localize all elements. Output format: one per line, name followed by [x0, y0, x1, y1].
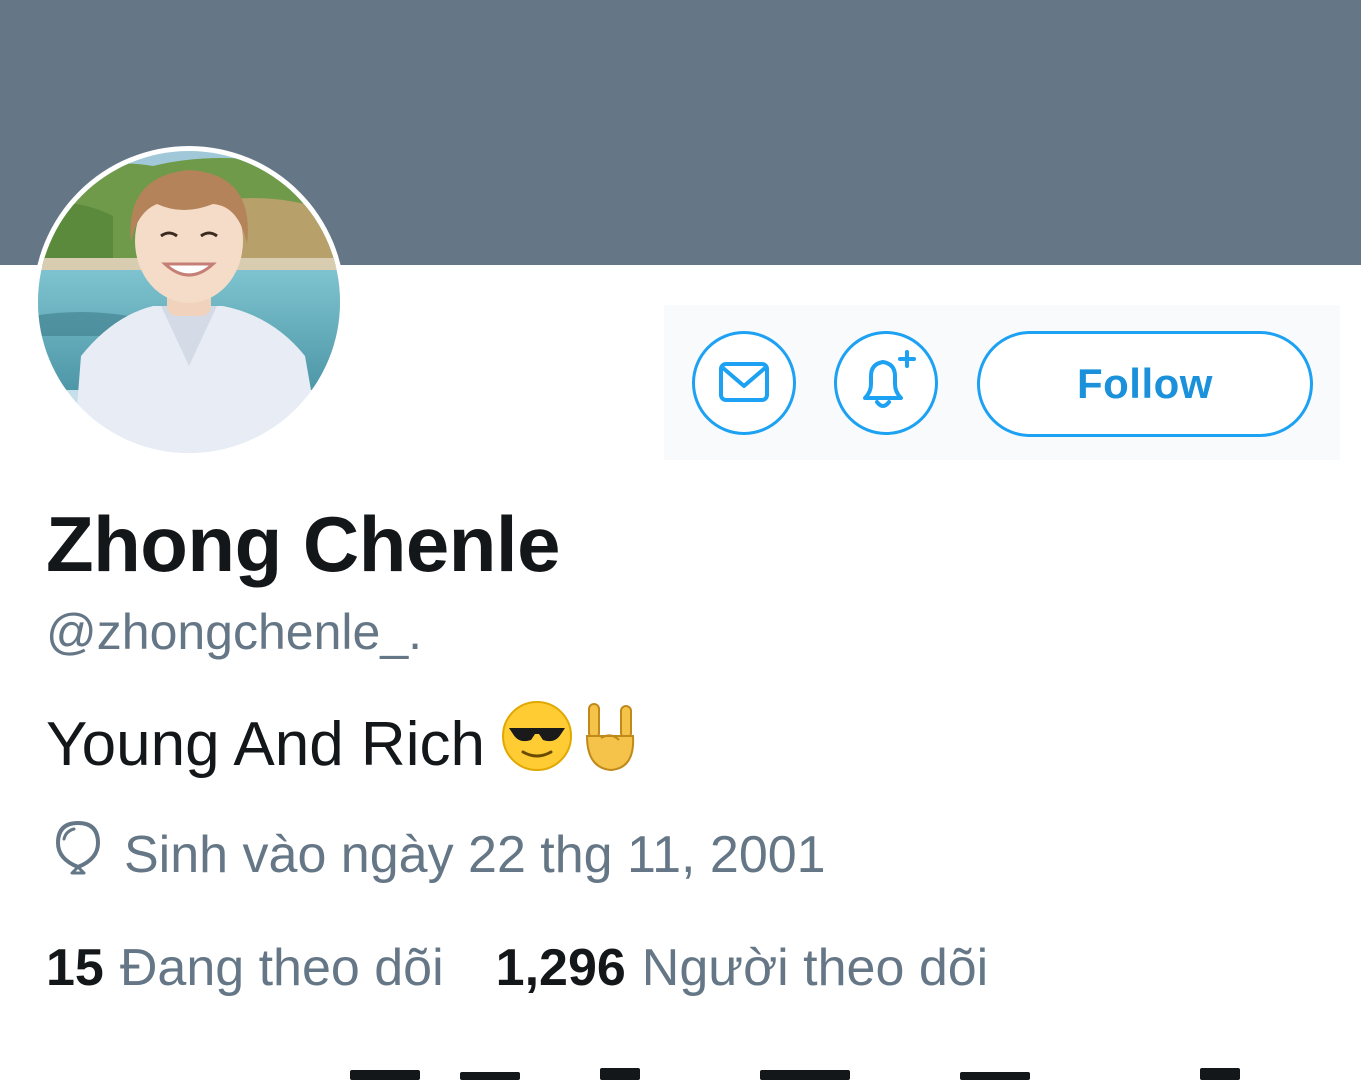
- followers-count: 1,296: [495, 939, 626, 997]
- profile-display-name: Zhong Chenle: [46, 500, 560, 588]
- follow-button[interactable]: Follow: [977, 331, 1313, 437]
- avatar-photo: [38, 151, 340, 453]
- birthday-text: Sinh vào ngày 22 thg 11, 2001: [124, 826, 826, 884]
- bio-text: Young And Rich: [46, 710, 485, 779]
- following-label: Đang theo dõi: [119, 939, 444, 997]
- horns-hand-emoji-icon: [583, 698, 639, 792]
- envelope-icon: [719, 362, 769, 402]
- following-count: 15: [46, 939, 104, 997]
- sunglasses-emoji-icon: [499, 698, 575, 792]
- balloon-icon: [50, 817, 106, 894]
- profile-handle: @zhongchenle_.: [46, 604, 423, 660]
- profile-bio: Young And Rich: [46, 698, 639, 792]
- message-button[interactable]: [692, 331, 796, 435]
- profile-page: Follow Zhong Chenle @zhongchenle_. Young…: [0, 0, 1361, 1080]
- bell-plus-icon: [863, 350, 916, 408]
- profile-avatar[interactable]: [33, 146, 345, 458]
- profile-birthday: Sinh vào ngày 22 thg 11, 2001: [50, 820, 826, 890]
- tab-bar-cut-off: [350, 1068, 1240, 1080]
- followers-label: Người theo dõi: [641, 939, 989, 997]
- notifications-button[interactable]: [834, 331, 938, 435]
- following-link[interactable]: 15 Đang theo dõi: [46, 938, 444, 998]
- profile-stats: 15 Đang theo dõi 1,296 Người theo dõi: [46, 932, 988, 1004]
- followers-link[interactable]: 1,296 Người theo dõi: [496, 938, 989, 998]
